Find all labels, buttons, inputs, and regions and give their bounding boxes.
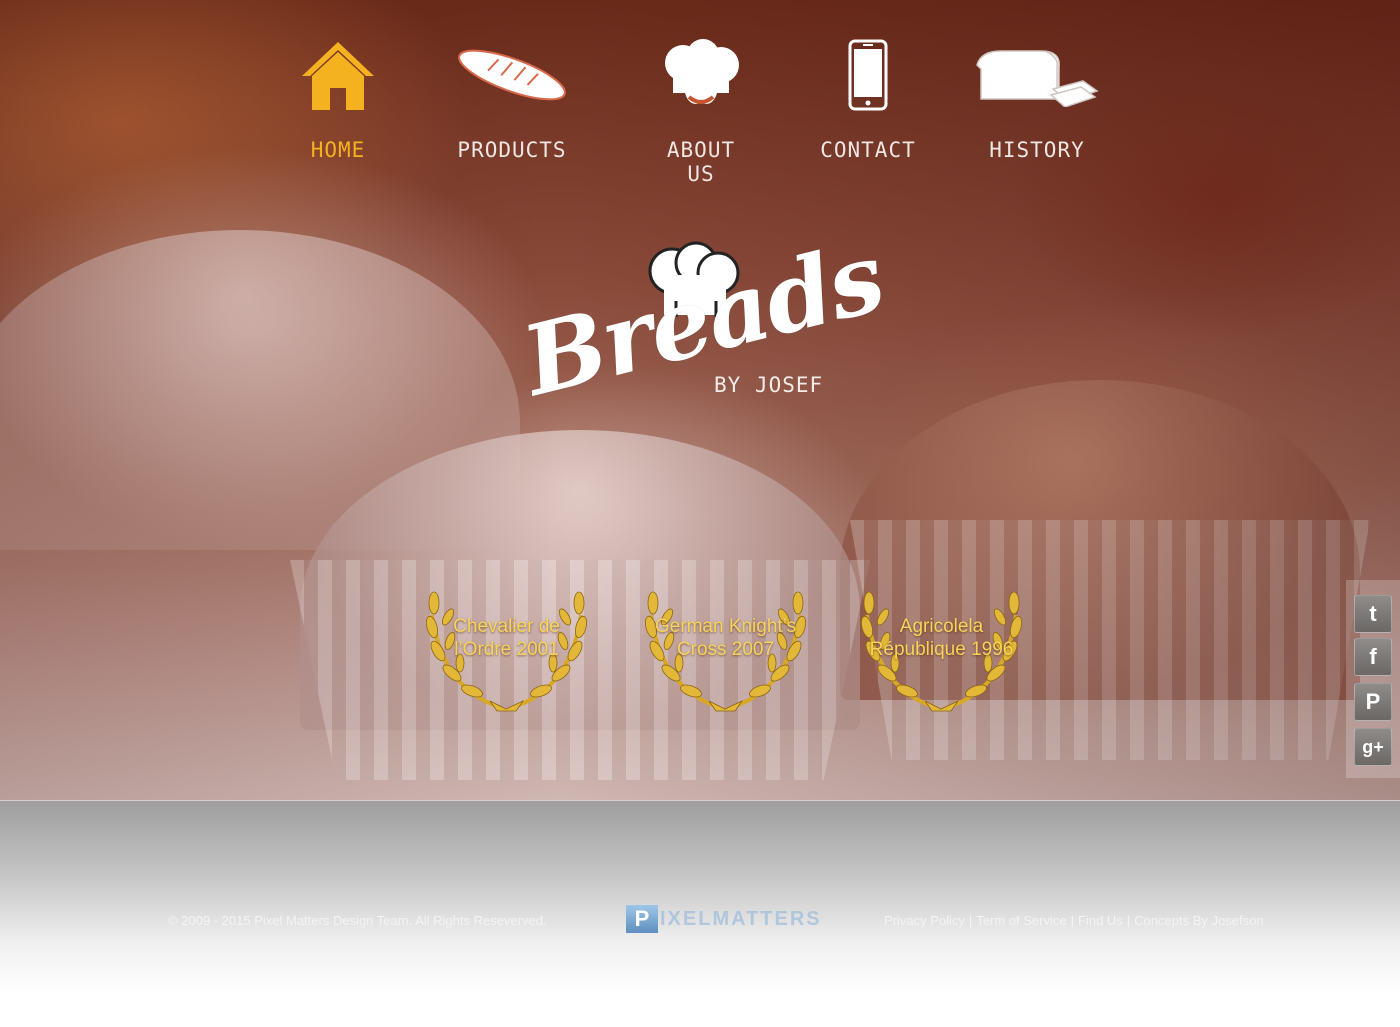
brand-initial: P bbox=[626, 905, 658, 933]
nav-home[interactable]: HOME bbox=[298, 30, 378, 162]
google-plus-icon: g+ bbox=[1362, 736, 1384, 757]
nav-contact-label: CONTACT bbox=[820, 138, 916, 162]
pinterest-icon: P bbox=[1365, 689, 1381, 714]
award-title: German Knight’s Cross 2007 bbox=[654, 615, 797, 660]
pixelmatters-logo[interactable]: P IXELMATTERS bbox=[626, 905, 822, 933]
privacy-policy-link[interactable]: Privacy Policy bbox=[884, 913, 965, 928]
nav-about-us[interactable]: ABOUT US bbox=[648, 30, 754, 186]
chef-hat-icon bbox=[648, 30, 754, 120]
main-nav: HOME PRODUCTS ABOUT US CONTACT HISTORY bbox=[0, 0, 1400, 186]
find-us-link[interactable]: Find Us bbox=[1078, 913, 1123, 928]
bread-loaf-icon bbox=[972, 30, 1102, 120]
link-separator: | bbox=[1126, 913, 1131, 928]
concepts-by-josefson-link[interactable]: Concepts By Josefson bbox=[1134, 913, 1263, 928]
baguette-icon bbox=[452, 30, 572, 120]
social-sidebar: t f P g+ bbox=[1346, 580, 1400, 778]
award-title: Chevalier de l’Ordre 2001 bbox=[453, 615, 560, 660]
logo-subtitle: BY JOSEF bbox=[714, 373, 824, 397]
nav-contact[interactable]: CONTACT bbox=[820, 30, 916, 162]
link-separator: | bbox=[1070, 913, 1075, 928]
link-separator: | bbox=[968, 913, 973, 928]
terms-of-service-link[interactable]: Term of Service bbox=[976, 913, 1066, 928]
twitter-button[interactable]: t bbox=[1354, 595, 1392, 633]
breads-logo: Breads BY JOSEF bbox=[513, 220, 894, 425]
award-laurel: German Knight’s Cross 2007 bbox=[643, 565, 808, 715]
nav-products[interactable]: PRODUCTS bbox=[452, 30, 572, 162]
award-laurel: Agricolela République 1996 bbox=[859, 565, 1024, 715]
facebook-button[interactable]: f bbox=[1354, 638, 1392, 676]
nav-home-label: HOME bbox=[310, 138, 366, 162]
nav-products-label: PRODUCTS bbox=[457, 138, 567, 162]
copyright-text: © 2009 - 2015 Pixel Matters Design Team.… bbox=[168, 913, 547, 928]
facebook-icon: f bbox=[1369, 644, 1377, 669]
twitter-icon: t bbox=[1369, 601, 1377, 626]
nav-about-us-label: ABOUT US bbox=[666, 138, 736, 186]
award-laurel: Chevalier de l’Ordre 2001 bbox=[424, 565, 589, 715]
brand-name: IXELMATTERS bbox=[660, 907, 822, 930]
award-title: Agricolela République 1996 bbox=[869, 615, 1014, 660]
google-plus-button[interactable]: g+ bbox=[1354, 728, 1392, 766]
footer-links: Privacy Policy | Term of Service | Find Us | C… bbox=[884, 913, 1264, 928]
home-icon bbox=[298, 30, 378, 120]
pinterest-button[interactable]: P bbox=[1354, 683, 1392, 721]
nav-history[interactable]: HISTORY bbox=[972, 30, 1102, 162]
nav-history-label: HISTORY bbox=[989, 138, 1085, 162]
phone-icon bbox=[820, 30, 916, 120]
footer: © 2009 - 2015 Pixel Matters Design Team.… bbox=[0, 800, 1400, 1027]
